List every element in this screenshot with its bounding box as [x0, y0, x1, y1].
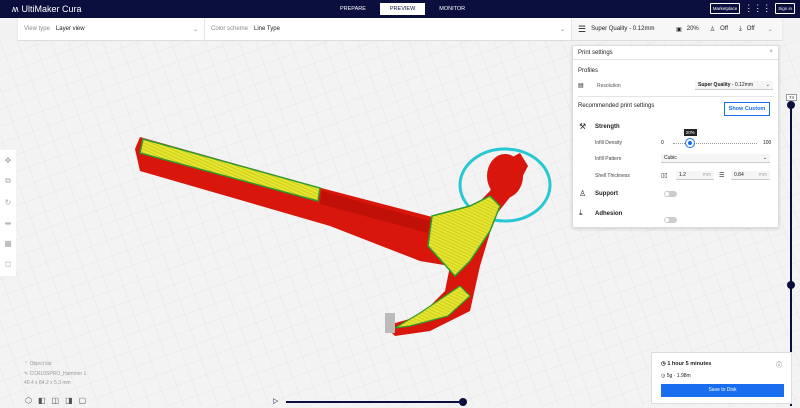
view-type-value: Layer view [55, 26, 85, 32]
ultimaker-logo-icon: ʍ [12, 4, 19, 14]
strength-heading: Strength [595, 124, 620, 130]
wall-thickness-icon: ▯▯ [661, 173, 668, 179]
support-blocker-icon[interactable]: ⛫ [4, 260, 11, 270]
view-right-icon[interactable]: ▢ [79, 396, 87, 405]
wall-thickness-value: 1.2 [679, 172, 686, 178]
view-type-label: View type [24, 26, 50, 32]
unit: mm [702, 172, 711, 178]
chevron-down-icon: ⌄ [192, 26, 198, 33]
print-setup-selector[interactable]: ☰ Super Quality - 0.12mm ▣ 20% ♙ Off ⤓ Off ⌄ [572, 18, 782, 40]
info-icon[interactable]: ⓘ [776, 360, 782, 369]
infill-pattern-label: Infill Pattern [595, 156, 622, 162]
profiles-heading: Profiles [578, 68, 599, 74]
print-estimate-panel: ◷ 1 hour 5 minutes ⓘ ◶ 5g · 1.98m Save t… [651, 352, 792, 404]
chevron-down-icon: ⌄ [765, 82, 770, 88]
tab-monitor[interactable]: MONITOR [429, 3, 475, 15]
show-custom-button[interactable]: Show Custom [724, 102, 770, 116]
clock-icon: ◷ [661, 361, 666, 367]
infill-tooltip: 20% [683, 129, 697, 136]
object-list-label: Object list [29, 361, 52, 367]
adhesion-value: Off [746, 26, 755, 32]
app-logo: ʍ UltiMaker Cura [12, 4, 82, 14]
support-heading: Support [595, 191, 618, 197]
print-time: 1 hour 5 minutes [667, 361, 712, 367]
infill-slider-handle[interactable] [685, 139, 694, 147]
strength-icon: ⚒ [579, 122, 587, 131]
resolution-icon: ▤ [578, 83, 584, 89]
layer-slider-bottom-handle[interactable] [787, 281, 795, 289]
object-list-toggle[interactable]: ⌃ Object list [24, 360, 86, 370]
color-scheme-label: Color scheme [211, 26, 249, 32]
color-scheme-value: Line Type [254, 26, 280, 32]
save-to-disk-button[interactable]: Save to Disk [661, 384, 784, 397]
resolution-select[interactable]: Super Quality - 0.12mm ⌄ [695, 81, 773, 90]
resolution-height: - 0.12mm [730, 82, 754, 88]
infill-pattern-select[interactable]: Cubic ⌄ [661, 154, 770, 163]
chevron-down-icon: ⌄ [559, 26, 565, 33]
unit: mm [758, 172, 767, 178]
adhesion-icon: ⤓ [579, 208, 583, 217]
per-model-settings-icon[interactable]: ▦ [4, 239, 12, 248]
play-icon[interactable]: ▷ [273, 397, 278, 405]
wall-thickness-input[interactable]: 1.2 mm [676, 171, 714, 180]
infill-max: 100 [763, 140, 772, 146]
top-bar: ʍ UltiMaker Cura PREPARE PREVIEW MONITOR … [0, 0, 800, 18]
view-top-icon[interactable]: ◫ [52, 396, 60, 405]
view-toolbar: View type Layer view ⌄ Color scheme Line Ty… [18, 18, 782, 41]
color-scheme-select[interactable]: Color scheme Line Type ⌄ [205, 18, 572, 40]
support-value: Off [720, 26, 729, 32]
view-left-icon[interactable]: ◨ [65, 396, 73, 405]
marketplace-button[interactable]: Marketplace [709, 3, 741, 14]
tool-sidebar: ✥ ⧉ ↻ ⇹ ▦ ⛫ [0, 150, 16, 276]
infill-icon: ▣ [676, 26, 682, 33]
settings-sliders-icon: ☰ [578, 23, 587, 34]
object-name: CCR10SPRO_Hammer 1 [29, 370, 87, 377]
edit-icon: ✎ [24, 370, 29, 377]
shell-thickness-label: Shell Thickness [595, 173, 630, 179]
scale-tool-icon[interactable]: ⧉ [5, 176, 11, 186]
mirror-tool-icon[interactable]: ⇹ [5, 219, 12, 228]
infill-value: 20% [686, 26, 699, 32]
view-3d-icon[interactable]: ⬡ [25, 396, 32, 405]
spool-icon: ◶ [661, 373, 666, 379]
infill-pattern-value: Cubic [664, 155, 677, 161]
adhesion-icon: ⤓ [739, 25, 742, 32]
infill-min: 0 [661, 140, 664, 146]
view-type-select[interactable]: View type Layer view ⌄ [18, 18, 205, 40]
tab-preview[interactable]: PREVIEW [379, 3, 426, 15]
layer-slider-top-handle[interactable] [787, 101, 795, 109]
support-icon: ♙ [709, 26, 716, 33]
path-slider-handle[interactable] [459, 398, 467, 406]
infill-density-label: Infill Density [595, 140, 622, 146]
apps-grid-icon[interactable]: ⋮⋮⋮ [744, 3, 771, 14]
move-tool-icon[interactable]: ✥ [5, 156, 12, 165]
path-slider[interactable] [286, 401, 463, 403]
close-icon[interactable]: × [769, 49, 773, 55]
panel-title: Print settings [578, 50, 613, 56]
sign-in-button[interactable]: Sign in [775, 3, 795, 14]
layer-value[interactable]: 74 [786, 94, 798, 101]
view-front-icon[interactable]: ◧ [38, 396, 46, 405]
tab-prepare[interactable]: PREPARE [330, 3, 376, 15]
adhesion-toggle[interactable] [664, 217, 677, 223]
object-dimensions: 40.4 x 84.2 x 5.3 mm [24, 380, 71, 386]
support-toggle[interactable] [664, 191, 677, 197]
top-bottom-value: 0.84 [734, 172, 744, 178]
support-icon: ♙ [579, 189, 587, 198]
chevron-down-icon: ⌄ [762, 155, 767, 161]
material-estimate: 5g · 1.98m [666, 373, 691, 379]
print-settings-panel: Print settings × Profiles ▤ Resolution S… [572, 45, 779, 228]
adhesion-heading: Adhesion [595, 211, 623, 217]
profile-value: Super Quality - 0.12mm [591, 26, 655, 32]
object-info: ⌃ Object list ✎ CCR10SPRO_Hammer 1 40.4 … [24, 360, 86, 389]
resolution-label: Resolution [597, 83, 621, 89]
top-bottom-thickness-input[interactable]: 0.84 mm [731, 171, 770, 180]
app-title: UltiMaker Cura [21, 4, 82, 14]
top-bottom-thickness-icon: ☰ [719, 173, 725, 179]
rotate-tool-icon[interactable]: ↻ [5, 198, 12, 207]
recommended-heading: Recommended print settings [578, 103, 655, 109]
resolution-quality: Super Quality [698, 82, 731, 88]
chevron-down-icon: ⌄ [767, 26, 773, 33]
